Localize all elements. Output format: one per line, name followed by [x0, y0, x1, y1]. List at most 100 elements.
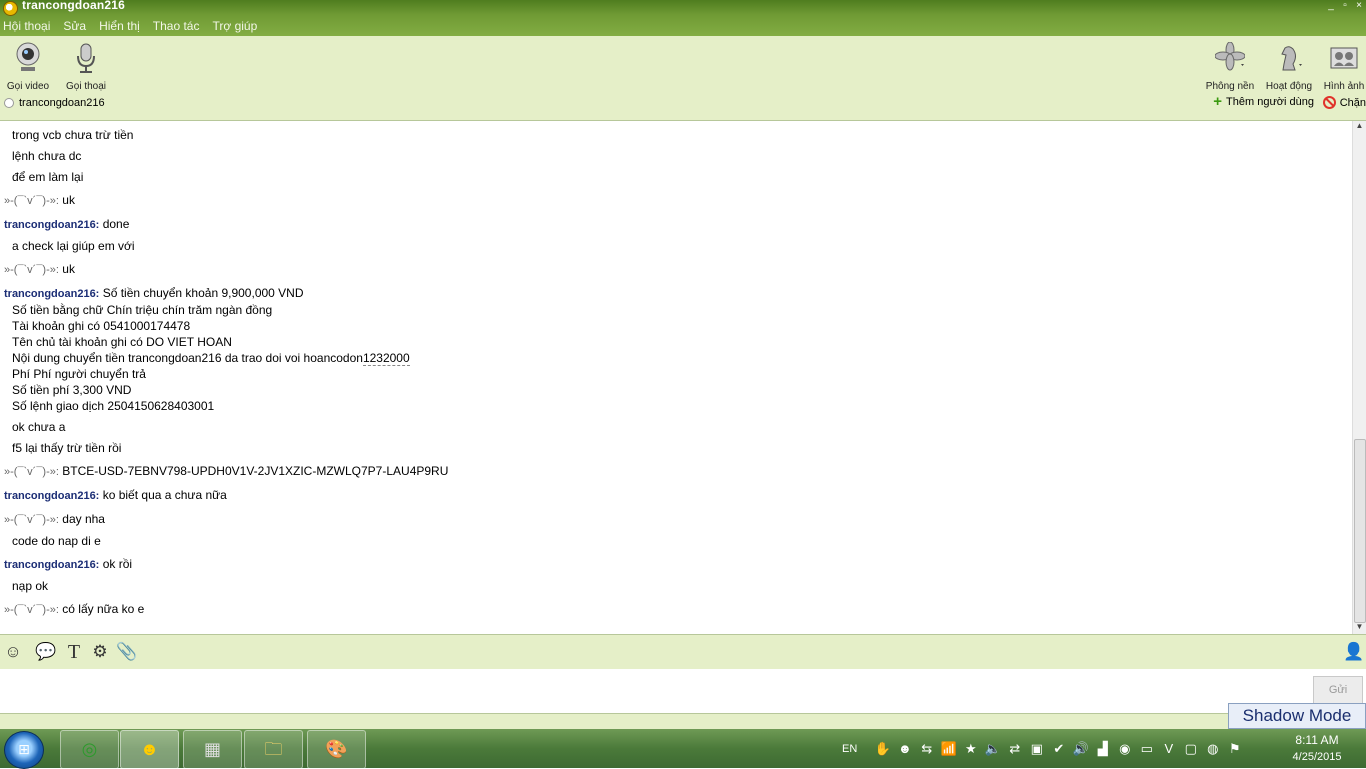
antivirus-icon[interactable]: ▣ [1028, 740, 1045, 757]
video-call-button[interactable]: Gọi video [0, 42, 56, 92]
sender-name: »-(¯`v´¯)-»: [4, 604, 59, 616]
message-text: để em làm lại [12, 170, 84, 184]
chat-message: f5 lại thấy trừ tiền rồi [12, 440, 121, 456]
background-button[interactable]: Phông nền [1202, 41, 1258, 92]
clock-date: 4/25/2015 [1292, 751, 1342, 763]
chat-scrollbar[interactable]: ▲ ▼ [1352, 121, 1366, 634]
voice-call-button[interactable]: Gọi thoại [58, 42, 114, 92]
wifi-icon[interactable]: 📶 [940, 740, 957, 757]
action-center-flag-icon[interactable]: ⚑ [1226, 740, 1243, 757]
menu-item-conversation[interactable]: Hội thoại [3, 17, 50, 35]
photos-label: Hình ảnh [1323, 81, 1365, 92]
plugins-button[interactable]: ⚙ [89, 642, 111, 662]
message-text: code do nap di e [12, 534, 101, 548]
input-toolbar: ☺ 💬 T ⚙ 📎 👤 [0, 634, 1366, 670]
conversation-toolbar: Gọi video Gọi thoại Phông nền Hoạt động [0, 36, 1366, 121]
usb-device-icon[interactable]: ⇄ [1006, 740, 1023, 757]
message-text: trong vcb chưa trừ tiền [12, 128, 134, 142]
flower-icon [1214, 41, 1246, 71]
yahoo-tray-icon[interactable]: ☻ [896, 740, 913, 757]
transfer-line: Số lệnh giao dịch 2504150628403001 [12, 399, 215, 413]
speaker-icon[interactable]: 🔊 [1072, 740, 1089, 757]
display-icon[interactable]: ▢ [1182, 740, 1199, 757]
chat-message: trancongdoan216: ok rồi [4, 556, 132, 573]
windows-taskbar: ⊞ ◎ ☻ ▦ 🗀 🎨 EN ✋ ☻ ⇆ 📶 ★ 🔈 ⇄ ▣ ✔ 🔊 ▟ ◉ ▭… [0, 729, 1366, 769]
sender-name: »-(¯`v´¯)-»: [4, 514, 59, 526]
chat-transcript[interactable]: trong vcb chưa trừ tiền lệnh chưa dc để … [0, 121, 1353, 634]
taskbar-app-coccoc[interactable]: ◎ [60, 730, 119, 769]
signal-bars-icon[interactable]: ▟ [1094, 740, 1111, 757]
transfer-line-text: Nội dung chuyển tiền trancongdoan216 da … [12, 351, 363, 365]
toggle-contact-panel-button[interactable]: 👤 [1343, 642, 1365, 662]
taskbar-app-paint[interactable]: 🎨 [307, 730, 366, 769]
volume-mixer-icon[interactable]: 🔈 [984, 740, 1001, 757]
block-label: Chặn [1339, 96, 1366, 109]
system-clock[interactable]: 8:11 AM 4/25/2015 [1284, 732, 1350, 766]
teamviewer-icon[interactable]: ⇆ [918, 740, 935, 757]
photo-sharing-icon [1330, 47, 1358, 69]
taskbar-app-calculator[interactable]: ▦ [183, 730, 242, 769]
taskbar-app-explorer[interactable]: 🗀 [244, 730, 303, 769]
language-indicator[interactable]: EN [842, 743, 857, 755]
emoticon-button[interactable]: ☺ [2, 642, 24, 662]
person-icon: 👤 [1343, 642, 1365, 661]
scroll-down-arrow-icon[interactable]: ▼ [1353, 622, 1366, 634]
message-input[interactable] [0, 669, 1366, 713]
transfer-details: Số tiền bằng chữ Chín triệu chín trăm ng… [12, 302, 410, 414]
message-text: ok rồi [102, 557, 133, 571]
chat-message: nạp ok [12, 578, 48, 594]
message-text: nạp ok [12, 579, 49, 593]
transfer-line: Số tiền bằng chữ Chín triệu chín trăm ng… [12, 303, 273, 317]
paint-icon: 🎨 [325, 739, 348, 759]
menu-item-edit[interactable]: Sửa [63, 17, 86, 35]
minimize-button[interactable]: _ [1326, 0, 1336, 11]
recognized-number-link[interactable]: 1232000 [362, 351, 410, 366]
message-text: uk [62, 193, 75, 207]
menu-item-help[interactable]: Trợ giúp [212, 17, 257, 35]
gear-icon: ⚙ [92, 642, 108, 661]
send-button[interactable]: Gửi [1313, 676, 1363, 704]
block-icon [1322, 96, 1336, 109]
block-button[interactable]: Chặn [1322, 96, 1366, 109]
close-button[interactable]: × [1354, 0, 1364, 11]
sender-name: trancongdoan216: [4, 219, 100, 231]
menu-item-view[interactable]: Hiển thị [99, 17, 140, 35]
attach-file-button[interactable]: 📎 [116, 642, 138, 662]
webcam-icon [16, 42, 40, 71]
chess-knight-icon [1281, 46, 1302, 71]
buzz-button[interactable]: 💬 [35, 642, 57, 662]
monitor-tray-icon[interactable]: ▭ [1138, 740, 1155, 757]
transfer-line: Phí Phí người chuyển trả [12, 367, 146, 381]
maximize-button[interactable]: ▫ [1340, 0, 1350, 11]
scrollbar-thumb[interactable] [1354, 439, 1366, 623]
shadow-mode-label: Shadow Mode [1228, 703, 1366, 729]
sender-name: »-(¯`v´¯)-»: [4, 195, 59, 207]
voice-call-label: Gọi thoại [65, 81, 107, 92]
app-tray-icon[interactable]: ◉ [1116, 740, 1133, 757]
add-user-button[interactable]: + Thêm người dùng [1213, 94, 1314, 109]
network-check-icon[interactable]: ✔ [1050, 740, 1067, 757]
activity-button[interactable]: Hoạt động [1261, 42, 1317, 92]
star-icon[interactable]: ★ [962, 740, 979, 757]
yahoo-messenger-icon [3, 1, 18, 16]
sender-name: »-(¯`v´¯)-»: [4, 466, 59, 478]
start-button[interactable]: ⊞ [4, 731, 44, 769]
globe-icon[interactable]: ◍ [1204, 740, 1221, 757]
browser-icon: ◎ [81, 739, 98, 759]
system-tray: EN ✋ ☻ ⇆ 📶 ★ 🔈 ⇄ ▣ ✔ 🔊 ▟ ◉ ▭ V ▢ ◍ ⚑ [842, 729, 1243, 768]
unikey-icon[interactable]: ✋ [874, 740, 891, 757]
message-text: uk [62, 262, 75, 276]
status-band [0, 713, 1366, 730]
paperclip-icon: 📎 [116, 642, 138, 661]
title-bar: trancongdoan216 _ ▫ × Hội thoại Sửa Hiển… [0, 0, 1366, 36]
menu-item-actions[interactable]: Thao tác [153, 17, 200, 35]
contact-name[interactable]: trancongdoan216 [19, 97, 105, 109]
taskbar-app-yahoo-messenger[interactable]: ☻ [120, 730, 179, 769]
text-format-button[interactable]: T [63, 642, 85, 662]
scroll-up-arrow-icon[interactable]: ▲ [1353, 121, 1366, 133]
v-tray-icon[interactable]: V [1160, 740, 1177, 757]
smiley-icon: ☺ [4, 642, 22, 661]
message-text: ko biết qua a chưa nữa [102, 488, 227, 502]
message-text: a check lại giúp em với [12, 239, 135, 253]
photos-button[interactable]: Hình ảnh [1316, 42, 1366, 92]
